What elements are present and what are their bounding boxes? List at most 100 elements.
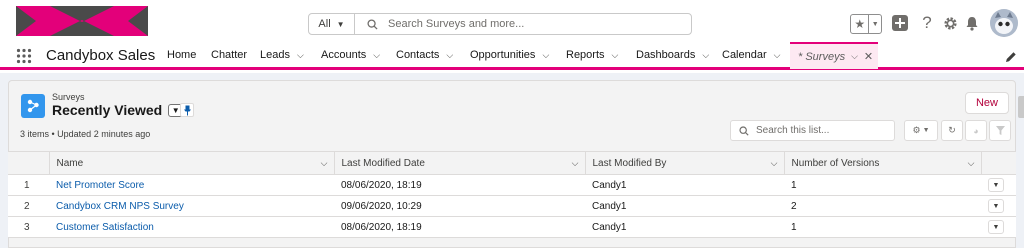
setup-gear-icon[interactable]: [941, 14, 959, 32]
table-row: 3 Customer Satisfaction 08/06/2020, 18:1…: [8, 216, 1016, 238]
list-view-name: Recently Viewed: [52, 102, 163, 118]
refresh-button[interactable]: ↻: [941, 120, 963, 141]
user-avatar[interactable]: [990, 9, 1018, 37]
table-row: 1 Net Promoter Score 08/06/2020, 18:19 C…: [8, 174, 1016, 196]
nav-item-label: Reports: [566, 49, 605, 61]
column-header-name[interactable]: Name ⌵: [48, 151, 334, 175]
list-search-input[interactable]: Search this list...: [730, 120, 895, 141]
nav-item-chatter[interactable]: Chatter: [211, 42, 247, 68]
chevron-down-icon[interactable]: ⌵: [297, 50, 304, 61]
chevron-down-icon[interactable]: ⌵: [572, 158, 579, 169]
new-button[interactable]: New: [965, 92, 1009, 114]
last-modified-by: Candy1: [585, 174, 784, 196]
nav-item-leads[interactable]: Leads ⌵: [260, 42, 304, 68]
object-label: Surveys: [52, 92, 85, 102]
charts-button[interactable]: ◕: [965, 120, 987, 141]
column-header-number-of-versions[interactable]: Number of Versions ⌵: [783, 151, 981, 175]
filter-icon: [995, 126, 1005, 135]
row-number-header: [8, 151, 49, 175]
list-search-placeholder: Search this list...: [756, 125, 830, 136]
row-action-menu-icon[interactable]: ▼: [988, 178, 1004, 192]
caret-down-icon: ▼: [922, 127, 930, 134]
survey-object-icon: [21, 94, 45, 118]
pie-chart-icon: ◕: [973, 125, 979, 136]
number-of-versions: 1: [784, 174, 981, 196]
chevron-down-icon[interactable]: ⌵: [321, 158, 328, 169]
nav-item-dashboards[interactable]: Dashboards ⌵: [636, 42, 709, 68]
help-icon[interactable]: ?: [918, 13, 936, 32]
row-actions-cell: ▼: [981, 195, 1016, 217]
number-of-versions: 2: [784, 195, 981, 217]
survey-name-link[interactable]: Candybox CRM NPS Survey: [49, 195, 334, 217]
app-nav-bar: Candybox Sales Home Chatter Leads ⌵ Acco…: [0, 42, 1024, 70]
list-view-controls-button[interactable]: ⚙ ▼: [904, 120, 938, 141]
global-header: All ▼ Search Surveys and more... ★ ▼ ?: [0, 0, 1024, 42]
nav-item-opportunities[interactable]: Opportunities ⌵: [470, 42, 549, 68]
survey-name-link[interactable]: Net Promoter Score: [49, 174, 334, 196]
table-row: 2 Candybox CRM NPS Survey 09/06/2020, 10…: [8, 195, 1016, 217]
row-action-menu-icon[interactable]: ▼: [988, 199, 1004, 213]
global-search[interactable]: All ▼ Search Surveys and more...: [308, 13, 692, 35]
nav-item-label: Chatter: [211, 49, 248, 61]
search-scope-dropdown[interactable]: All ▼: [309, 14, 355, 34]
app-launcher-icon[interactable]: [16, 48, 32, 64]
row-action-menu-icon[interactable]: ▼: [988, 220, 1004, 234]
chevron-down-icon[interactable]: ⌵: [774, 50, 781, 61]
company-logo[interactable]: [16, 6, 148, 36]
tab-surveys[interactable]: * Surveys ⌵ ✕: [790, 42, 878, 69]
last-modified-by: Candy1: [585, 216, 784, 238]
list-view-table: Name ⌵ Last Modified Date ⌵ Last Modifie…: [8, 151, 1016, 238]
utility-edge-tab[interactable]: [1018, 96, 1024, 118]
tab-label: * Surveys: [798, 51, 845, 63]
search-input[interactable]: Search Surveys and more...: [355, 18, 691, 30]
chevron-down-icon[interactable]: ⌵: [771, 158, 778, 169]
pin-icon[interactable]: [180, 103, 194, 117]
favorites-caret-icon[interactable]: ▼: [869, 15, 881, 33]
list-meta-info: 3 items • Updated 2 minutes ago: [20, 129, 151, 139]
search-placeholder: Search Surveys and more...: [388, 18, 525, 30]
nav-item-calendar[interactable]: Calendar ⌵: [722, 42, 780, 68]
favorites-star-icon[interactable]: ★: [851, 15, 870, 33]
global-add-icon[interactable]: [891, 14, 909, 32]
search-icon: [367, 18, 378, 30]
chevron-down-icon[interactable]: ⌵: [702, 50, 709, 61]
row-number: 1: [8, 174, 49, 196]
filter-button[interactable]: [989, 120, 1011, 141]
column-header-label: Name: [56, 157, 84, 169]
chevron-down-icon[interactable]: ⌵: [612, 50, 619, 61]
last-modified-date: 09/06/2020, 10:29: [334, 195, 585, 217]
column-header-last-modified-date[interactable]: Last Modified Date ⌵: [333, 151, 585, 175]
favorites-button-group[interactable]: ★ ▼: [850, 14, 882, 34]
caret-down-icon: ▼: [336, 19, 345, 29]
nav-item-reports[interactable]: Reports ⌵: [566, 42, 618, 68]
refresh-icon: ↻: [948, 125, 956, 135]
close-icon[interactable]: ✕: [864, 50, 873, 63]
number-of-versions: 1: [784, 216, 981, 238]
list-view-title: Recently Viewed ▼: [52, 102, 184, 118]
chevron-down-icon[interactable]: ⌵: [851, 51, 858, 62]
row-actions-cell: ▼: [981, 216, 1016, 238]
nav-item-home[interactable]: Home: [167, 42, 196, 68]
table-header-row: Name ⌵ Last Modified Date ⌵ Last Modifie…: [8, 151, 1016, 175]
nav-item-accounts[interactable]: Accounts ⌵: [321, 42, 380, 68]
column-header-label: Number of Versions: [791, 157, 880, 169]
search-icon: [739, 125, 749, 136]
chevron-down-icon[interactable]: ⌵: [373, 50, 380, 61]
survey-name-link[interactable]: Customer Satisfaction: [49, 216, 334, 238]
nav-item-label: Leads: [260, 49, 290, 61]
unsaved-marker: *: [798, 50, 803, 63]
chevron-down-icon[interactable]: ⌵: [968, 158, 975, 169]
row-actions-header: [980, 151, 1016, 175]
nav-item-contacts[interactable]: Contacts ⌵: [396, 42, 453, 68]
row-number: 3: [8, 216, 49, 238]
last-modified-date: 08/06/2020, 18:19: [334, 216, 585, 238]
notifications-bell-icon[interactable]: [963, 14, 981, 32]
nav-item-label: Dashboards: [636, 49, 696, 61]
nav-item-label: Opportunities: [470, 49, 536, 61]
edit-nav-pencil-icon[interactable]: [1004, 50, 1018, 64]
column-header-last-modified-by[interactable]: Last Modified By ⌵: [584, 151, 784, 175]
last-modified-date: 08/06/2020, 18:19: [334, 174, 585, 196]
chevron-down-icon[interactable]: ⌵: [542, 50, 549, 61]
app-name: Candybox Sales: [46, 47, 156, 64]
chevron-down-icon[interactable]: ⌵: [446, 50, 453, 61]
